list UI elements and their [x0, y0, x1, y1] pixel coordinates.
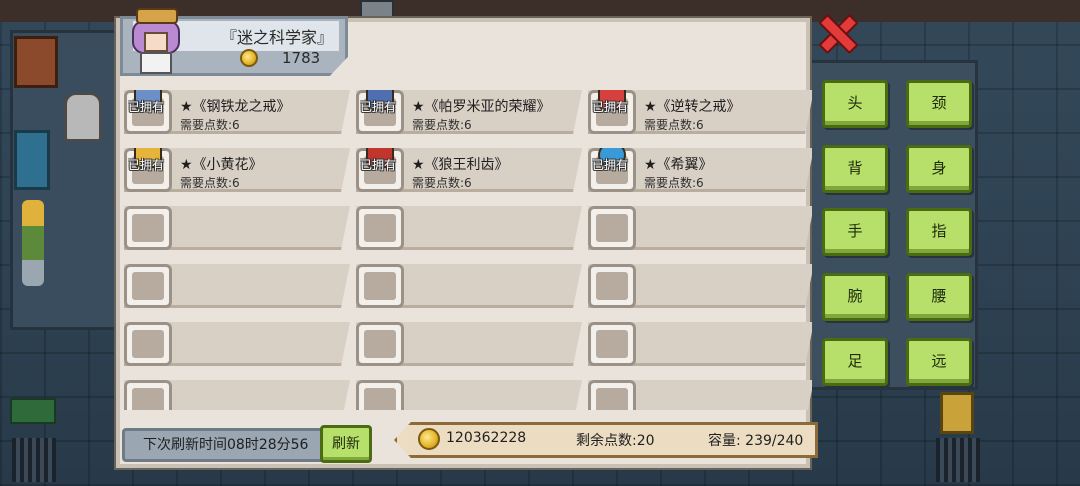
close-icon[interactable] [818, 14, 854, 50]
item-name: ★《希翼》 [644, 157, 713, 173]
background-circuit [10, 398, 56, 424]
item-name: ★《逆转之戒》 [644, 99, 741, 115]
total-gold: 120362228 [446, 430, 527, 446]
owned-badge: 已拥有 [128, 100, 165, 114]
category-button-body[interactable]: 身 [906, 145, 972, 193]
slot-well [596, 330, 628, 358]
slot-well [596, 214, 628, 242]
item-name: ★《钢铁龙之戒》 [180, 99, 291, 115]
item-cost: 需要点数:6 [412, 118, 472, 132]
item-slot[interactable]: 已拥有 ★《逆转之戒》 需要点数:6 [588, 90, 812, 134]
background-plant [22, 200, 44, 286]
empty-slot[interactable] [124, 264, 350, 308]
background-device [940, 392, 974, 434]
item-cost: 需要点数:6 [644, 118, 704, 132]
empty-slot[interactable] [356, 380, 582, 410]
item-slot[interactable]: 已拥有 ★《希翼》 需要点数:6 [588, 148, 812, 192]
coin-icon [240, 49, 258, 67]
slot-well [132, 272, 164, 300]
empty-slot[interactable] [356, 264, 582, 308]
empty-slot[interactable] [588, 322, 812, 366]
background-cabinet [14, 36, 58, 88]
item-slot[interactable]: 已拥有 ★《钢铁龙之戒》 需要点数:6 [124, 90, 350, 134]
item-slot[interactable]: 已拥有 ★《狼王利齿》 需要点数:6 [356, 148, 582, 192]
refresh-timer: 下次刷新时间08时28分56 [122, 428, 328, 462]
coin-icon [418, 428, 440, 450]
item-cost: 需要点数:6 [180, 176, 240, 190]
slot-well [132, 330, 164, 358]
slot-well [364, 214, 396, 242]
item-slot-frame [588, 264, 636, 308]
background-chair [14, 130, 50, 190]
item-name: ★《狼王利齿》 [412, 157, 509, 173]
avatar-coat [140, 52, 172, 74]
owned-badge: 已拥有 [592, 158, 629, 172]
empty-slot[interactable] [124, 380, 350, 410]
category-button-back[interactable]: 背 [822, 145, 888, 193]
background-grate-left [12, 438, 56, 482]
gold-amount: 1783 [282, 49, 321, 67]
background-npc [64, 92, 102, 142]
avatar-hat [136, 8, 178, 24]
item-slot-frame [124, 380, 172, 410]
category-button-foot[interactable]: 足 [822, 338, 888, 386]
item-slot-frame [588, 322, 636, 366]
item-slot-frame [356, 322, 404, 366]
item-name: ★《小黄花》 [180, 157, 263, 173]
item-cost: 需要点数:6 [180, 118, 240, 132]
empty-slot[interactable] [588, 264, 812, 308]
item-slot-frame [124, 322, 172, 366]
slot-well [364, 330, 396, 358]
slot-well [596, 388, 628, 410]
item-slot-frame [356, 380, 404, 410]
owned-badge: 已拥有 [360, 100, 397, 114]
slot-well [132, 214, 164, 242]
category-button-ranged[interactable]: 远 [906, 338, 972, 386]
slot-well [132, 388, 164, 410]
empty-slot[interactable] [124, 206, 350, 250]
owned-badge: 已拥有 [592, 100, 629, 114]
empty-slot[interactable] [124, 322, 350, 366]
slot-well [596, 272, 628, 300]
category-button-hand[interactable]: 手 [822, 208, 888, 256]
item-slot-frame [124, 264, 172, 308]
item-name: ★《帕罗米亚的荣耀》 [412, 99, 551, 115]
capacity: 容量: 239/240 [708, 433, 804, 449]
item-slot-frame [588, 380, 636, 410]
item-cost: 需要点数:6 [644, 176, 704, 190]
character-title: 『迷之科学家』 [220, 28, 333, 47]
gold-display: 1783 [240, 49, 320, 67]
item-slot[interactable]: 已拥有 ★《帕罗米亚的荣耀》 需要点数:6 [356, 90, 582, 134]
category-button-waist[interactable]: 腰 [906, 273, 972, 321]
empty-slot[interactable] [356, 206, 582, 250]
owned-badge: 已拥有 [128, 158, 165, 172]
character-avatar [126, 6, 184, 76]
item-slot[interactable]: 已拥有 ★《小黄花》 需要点数:6 [124, 148, 350, 192]
item-slot-frame [356, 264, 404, 308]
refresh-button[interactable]: 刷新 [320, 425, 372, 463]
category-button-head[interactable]: 头 [822, 80, 888, 128]
item-cost: 需要点数:6 [412, 176, 472, 190]
owned-badge: 已拥有 [360, 158, 397, 172]
empty-slot[interactable] [588, 206, 812, 250]
slot-well [364, 272, 396, 300]
item-slot-frame [124, 206, 172, 250]
category-button-wrist[interactable]: 腕 [822, 273, 888, 321]
remaining-points: 剩余点数:20 [576, 433, 655, 449]
background-grate-right [936, 438, 980, 482]
empty-slot[interactable] [588, 380, 812, 410]
item-grid: 已拥有 ★《钢铁龙之戒》 需要点数:6 已拥有 ★《帕罗米亚的荣耀》 需要点数:… [124, 90, 812, 410]
empty-slot[interactable] [356, 322, 582, 366]
item-slot-frame [588, 206, 636, 250]
slot-well [364, 388, 396, 410]
category-button-neck[interactable]: 颈 [906, 80, 972, 128]
category-button-finger[interactable]: 指 [906, 208, 972, 256]
avatar-face [144, 32, 168, 52]
item-slot-frame [356, 206, 404, 250]
